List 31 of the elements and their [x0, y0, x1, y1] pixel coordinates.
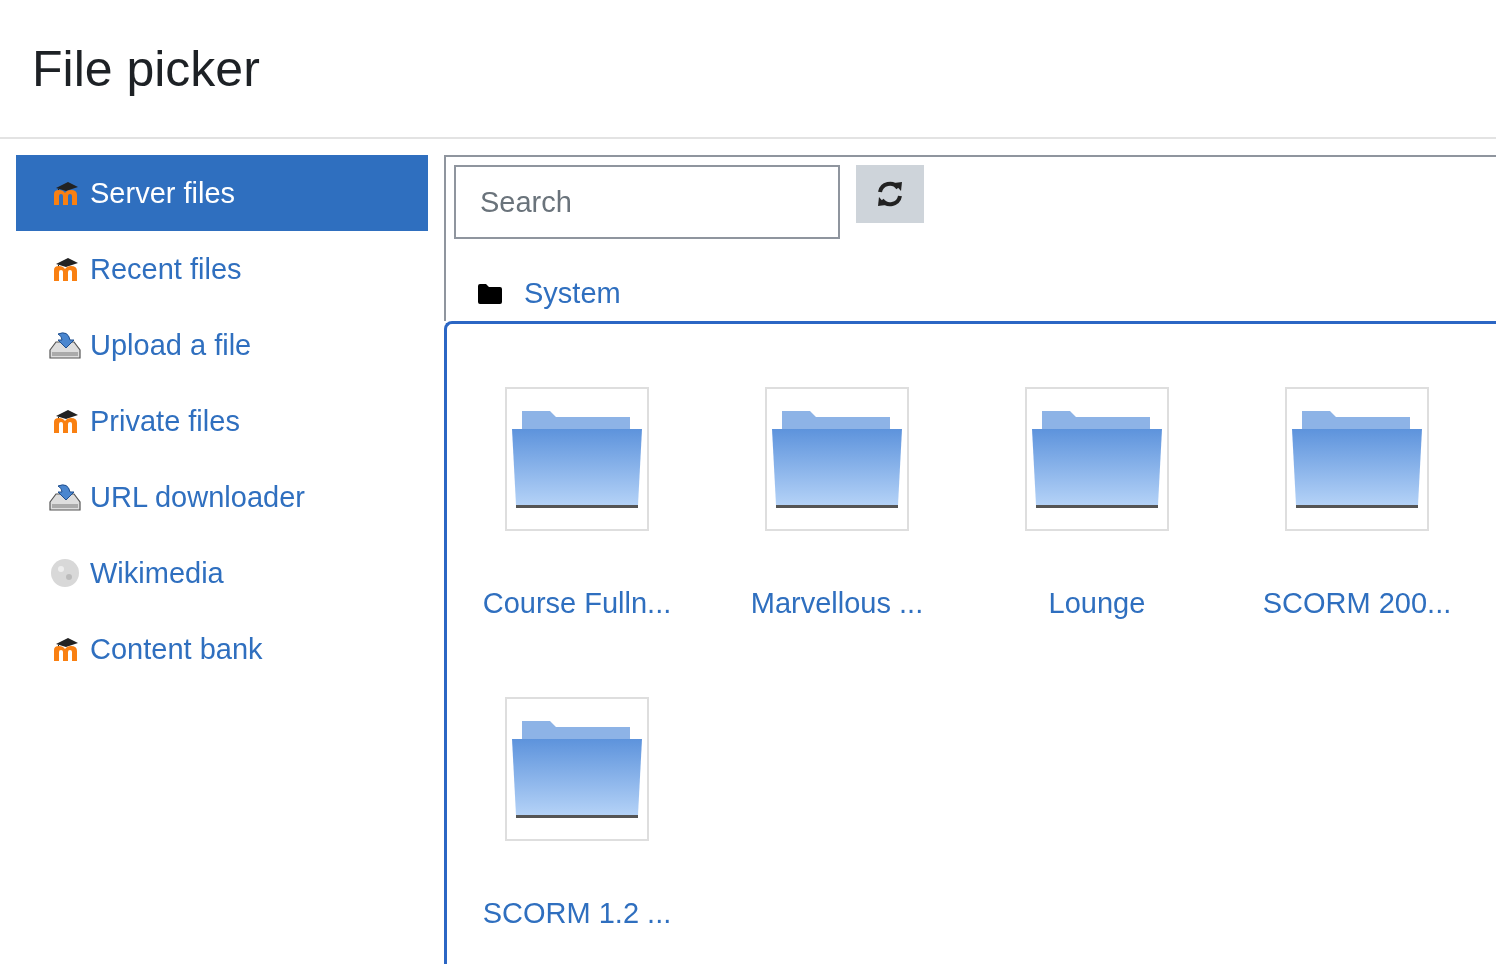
refresh-button[interactable] [856, 165, 924, 223]
folder-thumbnail[interactable] [765, 387, 909, 531]
folder-thumbnail[interactable] [505, 387, 649, 531]
drive-download-icon [48, 482, 82, 512]
repository-item[interactable]: Upload a file [16, 307, 428, 383]
repository-item[interactable]: Private files [16, 383, 428, 459]
repository-item[interactable]: Wikimedia [16, 535, 428, 611]
folder-thumbnail[interactable] [505, 697, 649, 841]
folder-name[interactable]: SCORM 1.2 ... [482, 897, 672, 930]
folder-icon [1032, 409, 1162, 509]
folder-icon [772, 409, 902, 509]
dialog-title: File picker [32, 39, 260, 98]
repository-item[interactable]: URL downloader [16, 459, 428, 535]
folder-name[interactable]: Course Fulln... [482, 587, 672, 620]
repository-item[interactable]: Content bank [16, 611, 428, 687]
folder-name[interactable]: SCORM 200... [1262, 587, 1452, 620]
folder-icon [512, 719, 642, 819]
folder-thumbnail[interactable] [1025, 387, 1169, 531]
repository-item[interactable]: Server files [16, 155, 428, 231]
repository-item[interactable]: Recent files [16, 231, 428, 307]
globe-icon [48, 557, 82, 589]
search-field[interactable]: Search [454, 165, 840, 239]
folder-icon [512, 409, 642, 509]
folder-icon [478, 283, 502, 304]
breadcrumb-link[interactable]: System [524, 277, 621, 310]
folder-icon [1292, 409, 1422, 509]
folder-thumbnail[interactable] [1285, 387, 1429, 531]
folder-name[interactable]: Marvellous ... [750, 587, 924, 620]
refresh-icon [875, 180, 905, 208]
folder-name[interactable]: Lounge [1048, 587, 1146, 620]
drive-download-icon [48, 330, 82, 360]
